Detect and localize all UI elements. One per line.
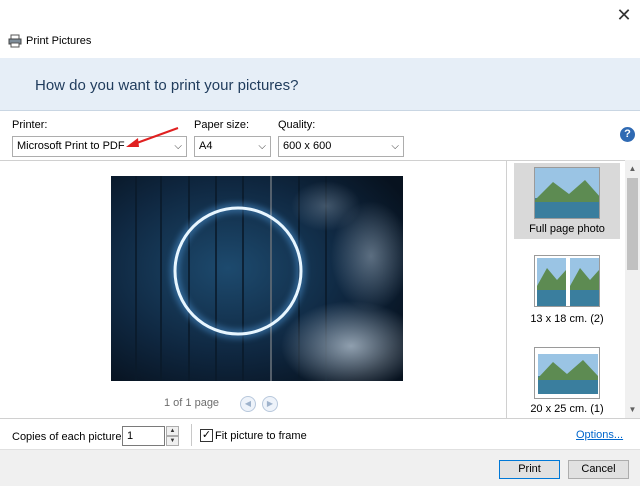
footer: Copies of each picture: 1 ▲ ▼ ✓ Fit pict…	[0, 418, 640, 486]
fit-picture-label: Fit picture to frame	[215, 430, 307, 442]
chevron-down-icon: ⌵	[258, 141, 266, 152]
next-page-button[interactable]: ▶	[262, 396, 278, 412]
help-icon[interactable]: ?	[620, 127, 635, 142]
layout-label: Full page photo	[529, 223, 605, 235]
printer-icon	[8, 34, 22, 48]
layout-item-13x18[interactable]: 13 x 18 cm. (2)	[514, 255, 620, 331]
printer-select-value: Microsoft Print to PDF	[17, 140, 125, 152]
paper-size-label: Paper size:	[194, 119, 250, 131]
page-counter: 1 of 1 page	[164, 397, 220, 409]
landscape-thumbnail	[534, 167, 600, 219]
layout-item-full-page-photo[interactable]: Full page photo	[514, 163, 620, 239]
preview-pane: 1 of 1 page ◀ ▶	[0, 160, 506, 418]
options-link[interactable]: Options...	[576, 429, 623, 441]
quality-select-value: 600 x 600	[283, 140, 332, 152]
layout-label: 13 x 18 cm. (2)	[530, 313, 604, 325]
scroll-down-icon[interactable]: ▼	[625, 403, 640, 417]
copies-label: Copies of each picture:	[12, 431, 125, 443]
single-landscape-thumbnail	[534, 347, 600, 399]
previous-page-button[interactable]: ◀	[240, 396, 256, 412]
spin-down-icon[interactable]: ▼	[166, 436, 179, 446]
two-portrait-thumbnail	[534, 255, 600, 307]
layout-scrollbar[interactable]: ▲ ▼	[625, 160, 640, 418]
spin-up-icon[interactable]: ▲	[166, 426, 179, 436]
paper-size-select[interactable]: A4 ⌵	[194, 136, 271, 157]
instruction-banner: How do you want to print your pictures?	[0, 58, 640, 111]
close-icon[interactable]: ✕	[613, 5, 635, 25]
quality-select[interactable]: 600 x 600 ⌵	[278, 136, 404, 157]
layout-list: Full page photo 13 x 18 cm. (2) 20 x 25 …	[506, 160, 640, 418]
cancel-button[interactable]: Cancel	[568, 460, 629, 479]
print-options-row: Printer: Microsoft Print to PDF ⌵ Paper …	[0, 112, 640, 160]
copies-input[interactable]: 1	[122, 426, 165, 446]
divider	[191, 424, 192, 446]
fit-picture-checkbox[interactable]: ✓	[200, 429, 213, 442]
print-button[interactable]: Print	[499, 460, 560, 479]
layout-item-20x25[interactable]: 20 x 25 cm. (1)	[514, 345, 620, 421]
layout-label: 20 x 25 cm. (1)	[530, 403, 604, 415]
printer-label: Printer:	[12, 119, 48, 131]
chevron-down-icon: ⌵	[391, 141, 399, 152]
window-title: Print Pictures	[26, 35, 92, 47]
scroll-thumb[interactable]	[627, 178, 638, 270]
photo-preview	[111, 176, 403, 381]
quality-label: Quality:	[278, 119, 316, 131]
page-heading: How do you want to print your pictures?	[35, 77, 299, 94]
scroll-up-icon[interactable]: ▲	[625, 162, 640, 176]
paper-size-select-value: A4	[199, 140, 213, 152]
annotation-arrow-icon	[126, 127, 179, 147]
title-bar: ✕ Print Pictures	[0, 0, 640, 58]
